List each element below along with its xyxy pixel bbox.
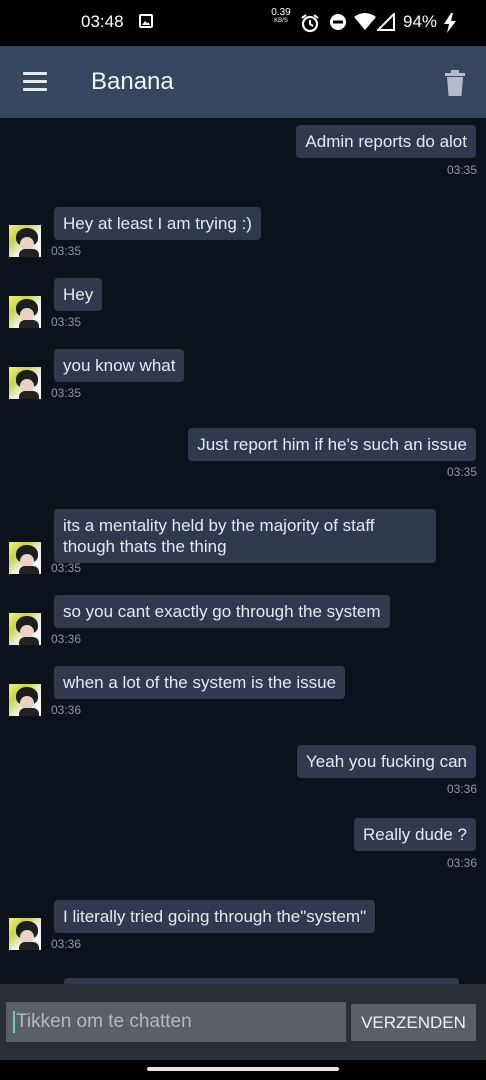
chat-title: Banana bbox=[91, 68, 174, 95]
message-time: 03:35 bbox=[446, 163, 477, 177]
incoming-message[interactable]: when a lot of the system is the issue bbox=[54, 666, 346, 699]
contact-avatar[interactable] bbox=[9, 684, 41, 716]
message-time: 03:35 bbox=[446, 465, 477, 479]
composer-bar: Tikken om te chatten VERZENDEN bbox=[0, 984, 486, 1060]
contact-avatar[interactable] bbox=[9, 613, 41, 645]
message-time: 03:35 bbox=[51, 386, 82, 400]
navigation-bar bbox=[0, 1060, 486, 1080]
incoming-message[interactable]: its a mentality held by the majority of … bbox=[54, 509, 436, 563]
outgoing-message[interactable]: Yeah you fucking can bbox=[297, 745, 476, 778]
charging-icon bbox=[444, 13, 456, 33]
outgoing-message[interactable]: Just report him if he's such an issue bbox=[188, 428, 476, 461]
image-icon bbox=[139, 14, 153, 28]
contact-avatar[interactable] bbox=[9, 918, 41, 950]
message-input[interactable]: Tikken om te chatten bbox=[6, 1002, 346, 1042]
signal-icon bbox=[377, 13, 395, 31]
incoming-message[interactable]: you know what bbox=[54, 349, 185, 382]
incoming-message[interactable]: Hey at least I am trying :) bbox=[54, 207, 261, 240]
network-speed: 0.39 KB/S bbox=[270, 8, 292, 25]
contact-avatar[interactable] bbox=[9, 542, 41, 574]
text-caret bbox=[13, 1010, 15, 1033]
message-time: 03:35 bbox=[51, 244, 82, 258]
hamburger-menu-icon[interactable] bbox=[23, 72, 47, 92]
message-time: 03:36 bbox=[446, 856, 477, 870]
contact-avatar[interactable] bbox=[9, 225, 41, 257]
message-time: 03:36 bbox=[51, 937, 82, 951]
network-speed-unit: KB/S bbox=[274, 18, 288, 24]
message-time: 03:35 bbox=[51, 561, 82, 575]
dnd-icon bbox=[330, 14, 346, 30]
status-time: 03:48 bbox=[81, 12, 124, 31]
home-gesture-handle[interactable] bbox=[147, 1067, 339, 1071]
message-list[interactable]: Admin reports do alot 03:35 Hey at least… bbox=[0, 118, 486, 984]
incoming-message[interactable]: I literally tried going through the"syst… bbox=[54, 900, 376, 933]
message-time: 03:35 bbox=[51, 315, 82, 329]
message-time: 03:36 bbox=[51, 703, 82, 717]
battery-percent: 94% bbox=[403, 12, 438, 31]
outgoing-message[interactable]: Really dude ? bbox=[354, 818, 476, 851]
contact-avatar[interactable] bbox=[9, 367, 41, 399]
wifi-icon bbox=[354, 13, 376, 30]
outgoing-message[interactable]: Admin reports do alot bbox=[296, 125, 476, 158]
alarm-icon bbox=[301, 14, 319, 33]
send-button[interactable]: VERZENDEN bbox=[351, 1004, 476, 1041]
message-time: 03:36 bbox=[51, 632, 82, 646]
trash-icon[interactable] bbox=[444, 70, 466, 96]
incoming-message[interactable]: Hey bbox=[54, 278, 103, 311]
message-input-placeholder: Tikken om te chatten bbox=[16, 1011, 192, 1032]
message-time: 03:36 bbox=[446, 782, 477, 796]
contact-avatar[interactable] bbox=[9, 296, 41, 328]
incoming-message[interactable]: so you cant exactly go through the syste… bbox=[54, 595, 390, 628]
app-bar: Banana bbox=[0, 46, 486, 118]
status-bar: 03:48 0.39 KB/S 94% bbox=[0, 0, 486, 46]
